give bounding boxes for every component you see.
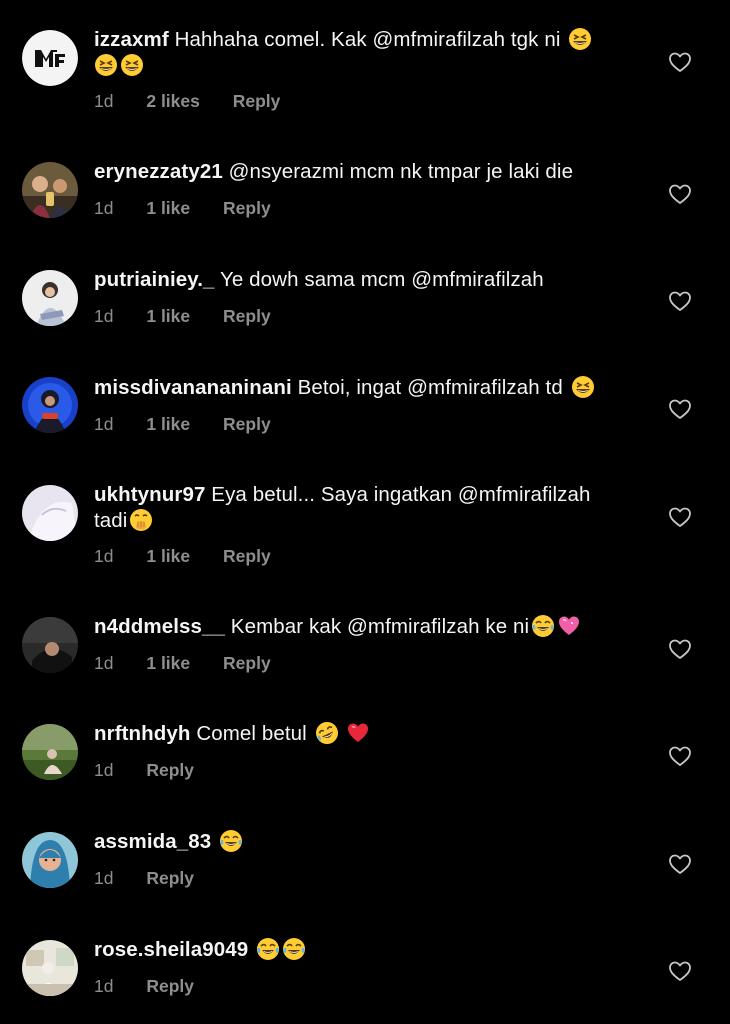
reply-button[interactable]: Reply [146, 868, 194, 889]
comment-text: Kembar kak [230, 615, 342, 638]
grinning-squinting-emoji [569, 376, 595, 399]
comment-time: 1d [94, 414, 114, 434]
comment-body: n4ddmelss__ Kembar kak @mfmirafilzah ke … [94, 614, 639, 640]
comment-meta: 1d 1 like Reply [94, 306, 299, 327]
comment-body: missdivanananinani Betoi, ingat @mfmiraf… [94, 375, 639, 401]
pink-heart-emoji [555, 615, 581, 638]
comment-username[interactable]: izzaxmf [94, 28, 169, 51]
comment-username[interactable]: n4ddmelss__ [94, 615, 225, 638]
comment-meta: 1d Reply [94, 868, 222, 889]
comment-username[interactable]: rose.sheila9049 [94, 938, 248, 961]
comment-likes[interactable]: 1 like [146, 653, 190, 674]
heart-icon[interactable] [668, 506, 692, 528]
comment-time: 1d [94, 198, 114, 218]
comment-time: 1d [94, 976, 114, 996]
comment-username[interactable]: erynezzaty21 [94, 160, 223, 183]
avatar[interactable] [22, 377, 78, 433]
comment-time: 1d [94, 91, 114, 111]
comment-meta: 1d 2 likes Reply [94, 91, 308, 112]
heart-icon[interactable] [668, 398, 692, 420]
reply-button[interactable]: Reply [223, 546, 271, 567]
hand-over-mouth-emoji [127, 509, 153, 532]
comment-meta: 1d Reply [94, 976, 222, 997]
reply-button[interactable]: Reply [233, 91, 281, 112]
reply-button[interactable]: Reply [223, 414, 271, 435]
comment-text: Ye dowh sama mcm [219, 268, 406, 291]
comment-text: tadi [94, 509, 128, 532]
reply-button[interactable]: Reply [223, 306, 271, 327]
comment-likes[interactable]: 2 likes [146, 91, 200, 112]
avatar[interactable] [22, 832, 78, 888]
avatar[interactable] [22, 617, 78, 673]
comment-meta: 1d 1 like Reply [94, 198, 299, 219]
comment-username[interactable]: assmida_83 [94, 830, 211, 853]
avatar[interactable] [22, 30, 78, 86]
tears-of-joy-emoji [280, 938, 306, 961]
heart-icon[interactable] [668, 51, 692, 73]
heart-icon[interactable] [668, 960, 692, 982]
heart-icon[interactable] [668, 183, 692, 205]
comment-body: assmida_83 [94, 829, 639, 855]
comment-text: Comel betul [196, 722, 307, 745]
comment-time: 1d [94, 653, 114, 673]
comment-time: 1d [94, 760, 114, 780]
comment-text: tgk ni [510, 28, 561, 51]
comment-text: mcm nk tmpar je laki die [349, 160, 574, 183]
heart-icon[interactable] [668, 853, 692, 875]
avatar[interactable] [22, 270, 78, 326]
comment-body: ukhtynur97 Eya betul... Saya ingatkan @m… [94, 482, 639, 534]
heart-icon[interactable] [668, 638, 692, 660]
comment-text: Hahhaha comel. Kak [174, 28, 367, 51]
comment-likes[interactable]: 1 like [146, 306, 190, 327]
comment-mention[interactable]: @nsyerazmi [229, 160, 344, 183]
avatar[interactable] [22, 485, 78, 541]
heart-icon[interactable] [668, 290, 692, 312]
comment-time: 1d [94, 306, 114, 326]
comment-username[interactable]: nrftnhdyh [94, 722, 191, 745]
avatar[interactable] [22, 940, 78, 996]
comment-body: rose.sheila9049 [94, 937, 639, 963]
comment-meta: 1d 1 like Reply [94, 414, 299, 435]
comment-likes[interactable]: 1 like [146, 546, 190, 567]
comment-text: Eya betul... Saya ingatkan [211, 483, 453, 506]
reply-button[interactable]: Reply [146, 760, 194, 781]
tears-of-joy-emoji [529, 615, 555, 638]
comment-meta: 1d 1 like Reply [94, 546, 299, 567]
grinning-squinting-emoji [94, 54, 118, 77]
comment-body: nrftnhdyh Comel betul [94, 721, 639, 747]
comment-username[interactable]: putriainiey._ [94, 268, 215, 291]
comment-text: ke ni [485, 615, 530, 638]
reply-button[interactable]: Reply [223, 653, 271, 674]
grinning-squinting-emoji [566, 28, 592, 51]
comment-username[interactable]: missdivanananinani [94, 376, 292, 399]
comment-body: izzaxmf Hahhaha comel. Kak @mfmirafilzah… [94, 27, 639, 79]
comment-username[interactable]: ukhtynur97 [94, 483, 206, 506]
heart-icon[interactable] [668, 745, 692, 767]
comment-mention[interactable]: @mfmirafilzah [411, 268, 544, 291]
comment-time: 1d [94, 868, 114, 888]
comment-mention[interactable]: @mfmirafilzah [458, 483, 591, 506]
comment-time: 1d [94, 546, 114, 566]
avatar[interactable] [22, 724, 78, 780]
comment-text: Betoi, ingat [297, 376, 402, 399]
comment-likes[interactable]: 1 like [146, 198, 190, 219]
rolling-laughing-emoji [313, 722, 339, 745]
tears-of-joy-emoji [217, 830, 243, 853]
reply-button[interactable]: Reply [223, 198, 271, 219]
comment-body: putriainiey._ Ye dowh sama mcm @mfmirafi… [94, 267, 639, 293]
comment-meta: 1d Reply [94, 760, 222, 781]
comment-likes[interactable]: 1 like [146, 414, 190, 435]
comment-mention[interactable]: @mfmirafilzah [372, 28, 505, 51]
red-heart-emoji [344, 722, 370, 745]
grinning-squinting-emoji [118, 54, 144, 77]
comment-body: erynezzaty21 @nsyerazmi mcm nk tmpar je … [94, 159, 639, 185]
avatar[interactable] [22, 162, 78, 218]
reply-button[interactable]: Reply [146, 976, 194, 997]
comment-mention[interactable]: @mfmirafilzah [407, 376, 540, 399]
comment-text: td [545, 376, 563, 399]
tears-of-joy-emoji [254, 938, 280, 961]
comment-meta: 1d 1 like Reply [94, 653, 299, 674]
comment-mention[interactable]: @mfmirafilzah [347, 615, 480, 638]
